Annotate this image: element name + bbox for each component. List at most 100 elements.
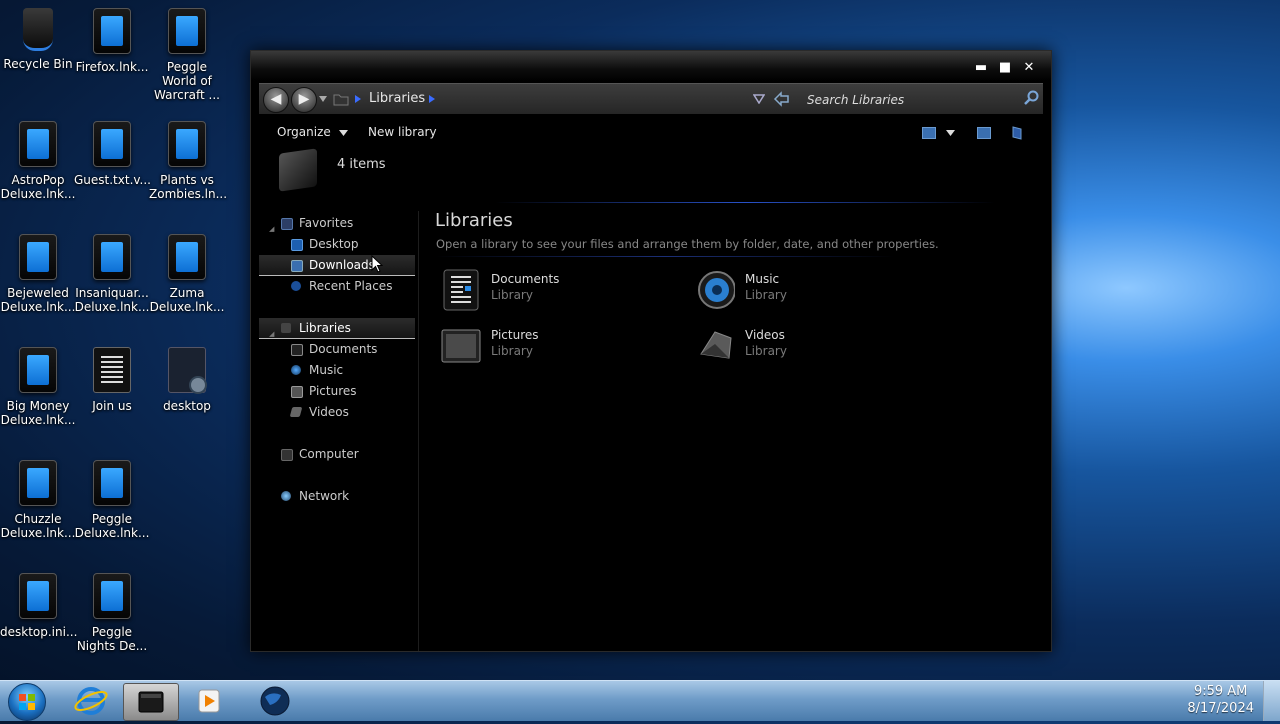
show-desktop-button[interactable] <box>1263 681 1280 721</box>
documents-library-icon <box>443 269 479 311</box>
address-dropdown-icon[interactable] <box>753 94 765 104</box>
nav-pictures[interactable]: Pictures <box>259 381 415 401</box>
content-subtitle: Open a library to see your files and arr… <box>436 237 939 251</box>
clock-time: 9:59 AM <box>1193 684 1248 699</box>
recycle-bin-icon <box>23 8 53 51</box>
forward-button[interactable]: ▶ <box>291 87 317 113</box>
desktop-icon-label: Zuma Deluxe.lnk... <box>149 286 225 314</box>
breadcrumb-libraries[interactable]: Libraries <box>369 91 425 106</box>
desktop-icon-label: Insaniquar... Deluxe.lnk... <box>74 286 150 314</box>
title-bar[interactable]: ▬ ■ ✕ <box>251 51 1051 81</box>
desktop-icon-label: AstroPop Deluxe.lnk... <box>0 173 76 201</box>
desktop-icon-label: Recycle Bin <box>3 57 73 71</box>
explorer-window: ▬ ■ ✕ ◀ ▶ Libraries Organize New library… <box>250 50 1052 652</box>
system-clock[interactable]: 9:59 AM 8/17/2024 <box>1187 683 1254 717</box>
desktop-icon-label: Chuzzle Deluxe.lnk... <box>0 512 76 540</box>
recent-pages-dropdown-icon[interactable] <box>319 96 327 102</box>
libraries-icon <box>279 148 317 192</box>
desktop-icon-insaniquarium[interactable]: Insaniquar... Deluxe.lnk... <box>74 234 150 314</box>
view-options-dropdown-icon[interactable] <box>946 130 955 136</box>
navigation-pane: ◢ Favorites Desktop Downloads Recent Pla… <box>259 211 419 651</box>
desktop-icon-big-money[interactable]: Big Money Deluxe.lnk... <box>0 347 76 427</box>
library-music[interactable]: Music Library <box>691 266 921 314</box>
desktop-icon-peggle-wow[interactable]: Peggle World of Warcraft ... <box>149 8 225 102</box>
nav-music-label: Music <box>309 363 344 377</box>
desktop-icon-recycle-bin[interactable]: Recycle Bin <box>0 8 76 71</box>
breadcrumb-separator-icon[interactable] <box>355 95 361 103</box>
breadcrumb-expand-icon[interactable] <box>429 95 435 103</box>
help-icon[interactable] <box>1011 126 1023 140</box>
refresh-icon[interactable] <box>773 91 791 107</box>
header-glow-divider <box>495 202 995 203</box>
taskbar-media-player[interactable] <box>182 683 236 719</box>
nav-downloads[interactable]: Downloads <box>259 255 415 276</box>
library-name: Pictures <box>491 328 539 342</box>
shortcut-icon <box>19 347 57 393</box>
desktop-icon-plants-vs-zombies[interactable]: Plants vs Zombies.ln... <box>149 121 227 201</box>
library-name: Music <box>745 272 780 286</box>
desktop-icon-firefox[interactable]: Firefox.lnk... <box>74 8 150 74</box>
breadcrumb[interactable]: Libraries <box>369 91 425 106</box>
maximize-button[interactable]: ■ <box>997 61 1013 75</box>
library-kind: Library <box>491 344 533 358</box>
documents-icon <box>291 344 303 356</box>
library-videos[interactable]: Videos Library <box>691 322 921 370</box>
computer-icon <box>281 449 293 461</box>
back-arrow-icon: ◀ <box>270 91 282 107</box>
nav-network[interactable]: Network <box>259 486 415 506</box>
desktop-icon-peggle-nights[interactable]: Peggle Nights De... <box>74 573 150 653</box>
change-view-icon[interactable] <box>922 127 936 139</box>
start-button[interactable] <box>8 683 46 721</box>
shortcut-icon <box>19 573 57 619</box>
close-button[interactable]: ✕ <box>1021 61 1037 75</box>
music-library-icon <box>698 271 735 309</box>
back-button[interactable]: ◀ <box>263 87 289 113</box>
media-player-icon <box>198 689 220 713</box>
desktop-icon-bejeweled[interactable]: Bejeweled Deluxe.lnk... <box>0 234 76 314</box>
desktop-icon-label: Firefox.lnk... <box>75 60 149 74</box>
desktop-icon-chuzzle[interactable]: Chuzzle Deluxe.lnk... <box>0 460 76 540</box>
search-input[interactable] <box>805 88 1009 112</box>
taskbar-explorer[interactable] <box>123 683 179 721</box>
nav-desktop[interactable]: Desktop <box>259 234 415 254</box>
nav-documents[interactable]: Documents <box>259 339 415 359</box>
desktop-icon <box>291 239 303 251</box>
desktop-icon-label: Guest.txt.v... <box>74 173 151 187</box>
search-icon[interactable] <box>1023 90 1039 106</box>
minimize-button[interactable]: ▬ <box>973 61 989 75</box>
taskbar-globe-app[interactable] <box>248 683 302 719</box>
desktop-icon-guest-txt[interactable]: Guest.txt.v... <box>74 121 151 187</box>
music-icon <box>291 365 301 375</box>
nav-libraries[interactable]: ◢ Libraries <box>259 318 415 339</box>
recent-places-icon <box>291 281 301 291</box>
mouse-cursor-icon <box>371 255 383 273</box>
desktop-icon-astropop[interactable]: AstroPop Deluxe.lnk... <box>0 121 76 201</box>
desktop-icon-zuma[interactable]: Zuma Deluxe.lnk... <box>149 234 225 314</box>
item-count: 4 items <box>337 157 386 172</box>
desktop-icon-desktop[interactable]: desktop <box>149 347 225 413</box>
desktop-icon-label: Peggle Nights De... <box>76 625 148 653</box>
preview-pane-icon[interactable] <box>977 127 991 139</box>
config-file-icon <box>168 347 207 394</box>
content-divider <box>435 256 895 257</box>
nav-videos[interactable]: Videos <box>259 402 415 422</box>
chevron-down-icon <box>338 129 348 136</box>
library-name: Documents <box>491 272 560 286</box>
desktop-icon-peggle[interactable]: Peggle Deluxe.lnk... <box>74 460 150 540</box>
globe-icon <box>260 686 290 716</box>
taskbar-internet-explorer[interactable] <box>64 683 118 719</box>
library-documents[interactable]: Documents Library <box>437 266 667 314</box>
library-kind: Library <box>491 288 533 302</box>
new-library-button[interactable]: New library <box>368 125 437 139</box>
pictures-icon <box>291 386 303 398</box>
library-pictures[interactable]: Pictures Library <box>437 322 667 370</box>
forward-arrow-icon: ▶ <box>298 91 310 107</box>
desktop-icon-join-us[interactable]: Join us <box>74 347 150 413</box>
nav-computer[interactable]: Computer <box>259 444 415 464</box>
search-box[interactable] <box>805 84 1043 114</box>
nav-recent-places[interactable]: Recent Places <box>259 276 415 296</box>
desktop-icon-desktop-ini[interactable]: desktop.ini... <box>0 573 77 639</box>
organize-button[interactable]: Organize <box>277 125 348 139</box>
nav-music[interactable]: Music <box>259 360 415 380</box>
nav-favorites[interactable]: ◢ Favorites <box>259 213 415 233</box>
